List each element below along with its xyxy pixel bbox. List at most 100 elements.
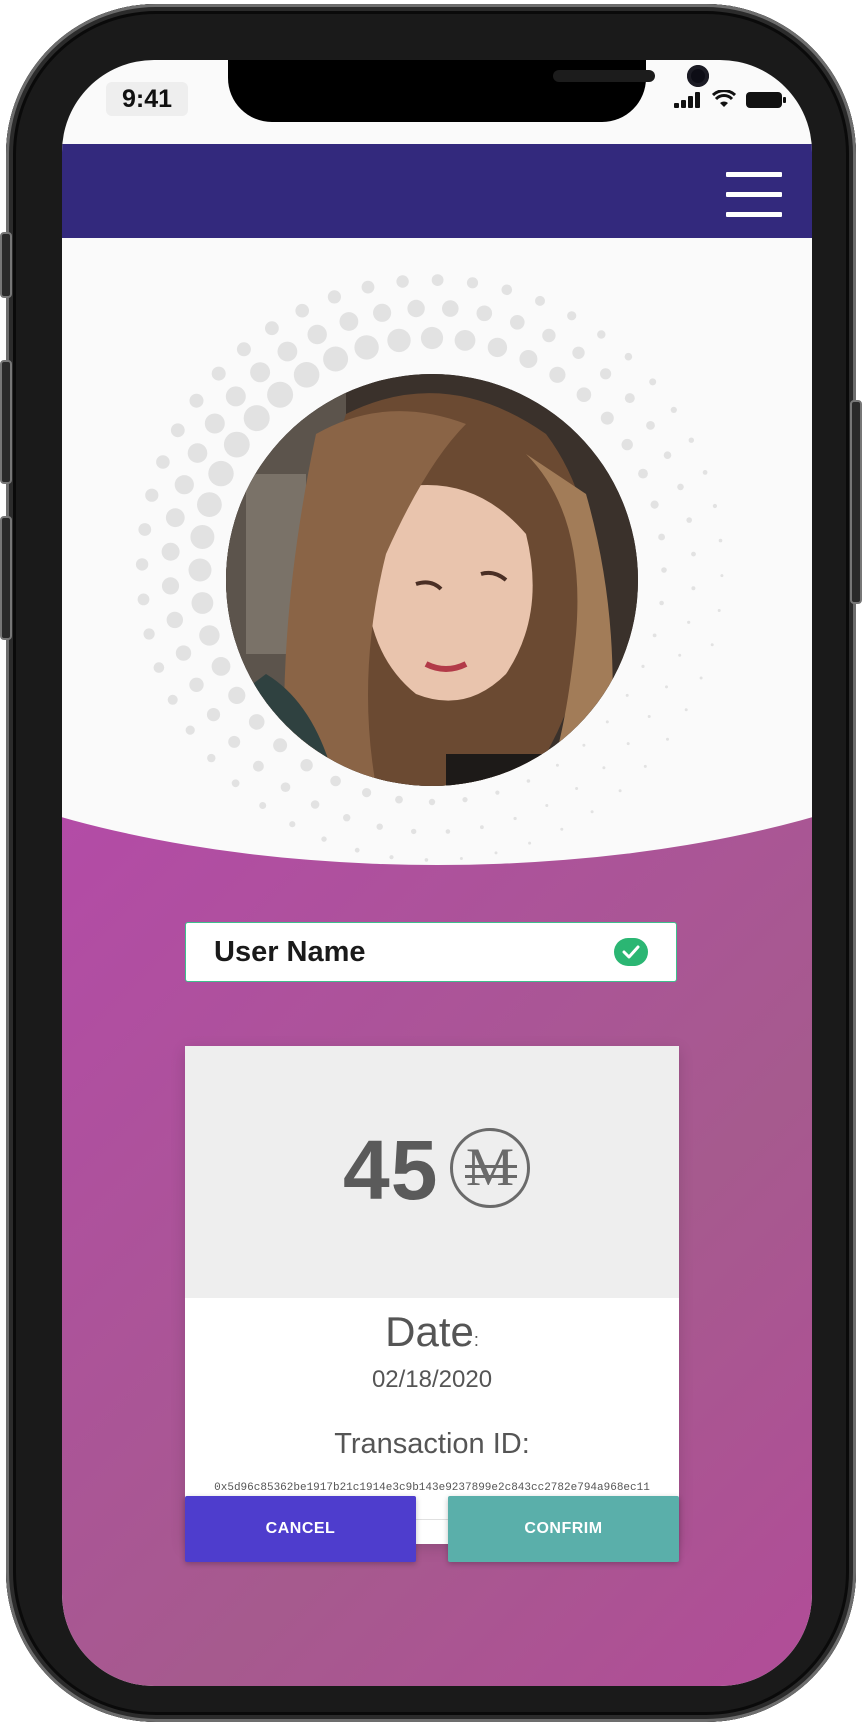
avatar: [226, 374, 638, 786]
ring-dot: [646, 421, 655, 430]
ring-dot: [135, 558, 149, 571]
screen: 9:41 User Name 45 M Date: 02/18/2020 Tra…: [62, 60, 812, 1686]
ring-dot: [204, 413, 225, 434]
transaction-id-label: Transaction ID:: [334, 1428, 530, 1460]
ring-dot: [289, 821, 296, 828]
camera-icon: [687, 65, 709, 87]
currency-icon: M: [450, 1128, 530, 1208]
ring-dot: [153, 662, 165, 673]
ring-dot: [323, 346, 349, 372]
ring-dot: [597, 330, 606, 339]
ring-dot: [717, 609, 721, 612]
ring-dot: [625, 693, 629, 697]
ring-dot: [420, 326, 444, 350]
ring-dot: [188, 558, 212, 582]
ring-dot: [165, 508, 185, 528]
ring-dot: [590, 810, 594, 814]
ring-dot: [621, 438, 633, 451]
ring-dot: [167, 694, 178, 705]
notch: [228, 60, 709, 122]
ring-dot: [362, 788, 372, 798]
ring-dot: [211, 366, 226, 381]
power-button: [850, 400, 862, 604]
ring-dot: [199, 625, 220, 646]
ring-dot: [387, 328, 411, 353]
ring-dot: [411, 828, 417, 835]
ring-dot: [243, 405, 270, 432]
ring-dot: [542, 328, 556, 343]
username-field[interactable]: User Name: [185, 922, 677, 982]
ring-dot: [225, 386, 246, 407]
ring-dot: [211, 657, 231, 676]
ring-dot: [528, 841, 532, 845]
ring-dot: [189, 393, 204, 408]
ring-dot: [248, 714, 265, 730]
menu-icon[interactable]: [726, 172, 782, 217]
silent-switch: [0, 232, 12, 298]
ring-dot: [231, 779, 240, 788]
ring-dot: [626, 742, 630, 746]
ring-dot: [161, 577, 180, 595]
ring-dot: [253, 760, 264, 772]
ring-dot: [487, 337, 508, 358]
ring-dot: [267, 381, 294, 408]
ring-dot: [373, 303, 392, 322]
ring-dot: [265, 321, 279, 336]
cancel-button[interactable]: CANCEL: [185, 1496, 416, 1562]
ring-dot: [396, 275, 409, 288]
ring-dot: [555, 763, 559, 767]
ring-dot: [185, 725, 195, 735]
ring-dot: [354, 335, 379, 360]
ring-dot: [137, 593, 150, 606]
ring-dot: [339, 312, 359, 331]
ring-dot: [228, 686, 246, 704]
amount-value: 45: [343, 1123, 439, 1217]
ring-dot: [273, 738, 288, 753]
status-icons: [674, 90, 786, 108]
transaction-card: 45 M Date: 02/18/2020 Transaction ID: 0x…: [185, 1046, 679, 1544]
ring-dot: [720, 574, 724, 578]
ring-dot: [545, 804, 549, 807]
ring-dot: [466, 277, 479, 289]
ring-dot: [572, 346, 585, 359]
ring-dot: [389, 855, 394, 860]
ring-dot: [661, 567, 667, 573]
ring-dot: [277, 341, 298, 362]
ring-dot: [624, 393, 635, 404]
ring-dot: [250, 362, 271, 383]
phone-frame: 9:41 User Name 45 M Date: 02/18/2020 Tra…: [0, 4, 862, 1722]
ring-dot: [190, 525, 215, 549]
ring-dot: [424, 858, 429, 862]
ring-dot: [560, 827, 564, 831]
amount-panel: 45 M: [185, 1046, 679, 1298]
ring-dot: [208, 460, 234, 487]
ring-dot: [691, 551, 696, 557]
ring-dot: [156, 455, 170, 469]
battery-icon: [746, 92, 786, 108]
ring-dot: [691, 586, 696, 591]
ring-dot: [659, 600, 664, 606]
date-value: 02/18/2020: [371, 1366, 493, 1393]
confirm-button[interactable]: CONFRIM: [448, 1496, 679, 1562]
username-text: User Name: [214, 936, 366, 968]
ring-dot: [166, 611, 183, 629]
ring-dot: [643, 764, 647, 768]
ring-dot: [712, 503, 718, 509]
ring-dot: [428, 798, 436, 806]
ring-dot: [670, 406, 677, 413]
ring-dot: [343, 814, 351, 822]
ring-dot: [686, 517, 692, 523]
ring-dot: [702, 470, 708, 475]
ring-dot: [207, 753, 216, 763]
ring-dot: [567, 311, 577, 321]
ring-dot: [476, 305, 493, 322]
ring-dot: [174, 475, 194, 495]
ring-dot: [175, 645, 192, 661]
ring-dot: [259, 802, 267, 809]
ring-dot: [687, 620, 691, 624]
ring-dot: [197, 492, 222, 517]
ring-dot: [407, 299, 425, 318]
status-time: 9:41: [106, 82, 188, 116]
ring-dot: [295, 303, 309, 318]
ring-dot: [170, 423, 185, 438]
